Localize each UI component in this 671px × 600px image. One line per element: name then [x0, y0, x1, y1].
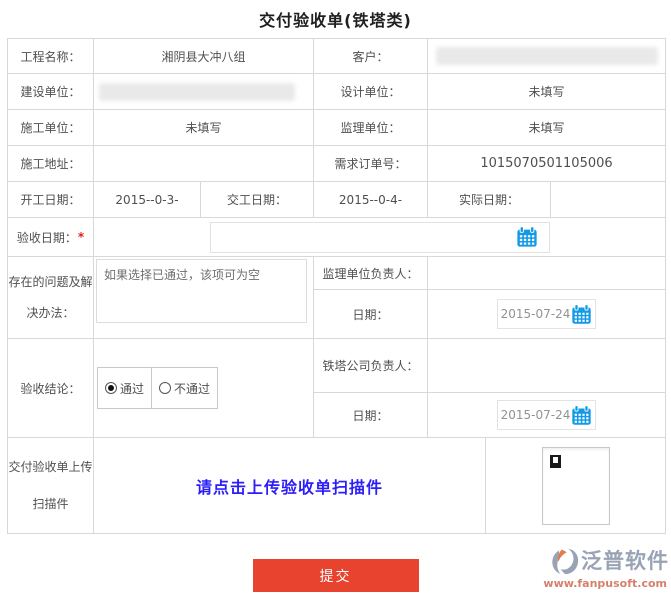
fanpu-logo-icon: [551, 547, 579, 575]
radio-option-fail[interactable]: 不通过: [152, 368, 217, 408]
acceptance-date-input-wrap: [210, 222, 550, 253]
completion-date-label: 交工日期：: [201, 182, 314, 218]
broken-image-icon: [550, 455, 561, 468]
radio-icon[interactable]: [105, 382, 117, 394]
tower-head-value: [428, 339, 666, 393]
tower-date-label: 日期：: [314, 393, 428, 438]
problems-textarea[interactable]: [96, 259, 307, 323]
supervisor-group: 监理单位负责人： 日期： 2015-07-24: [314, 257, 666, 339]
page-title: 交付验收单(铁塔类): [0, 0, 671, 31]
actual-date-value: [551, 182, 666, 218]
brand-url: www.fanpusoft.com: [543, 578, 669, 589]
redacted-construction-unit-value: [99, 83, 295, 101]
upload-link-cell: 请点击上传验收单扫描件: [94, 438, 486, 534]
construction-unit-value: [94, 74, 314, 110]
problems-cell: [94, 257, 314, 339]
tower-head-label: 铁塔公司负责人：: [314, 339, 428, 393]
construction-unit-label: 建设单位：: [8, 74, 94, 110]
completion-date-value: 2015--0-4-: [314, 182, 428, 218]
supervisor-name-row: 监理单位负责人：: [314, 257, 666, 290]
brand-name: 泛普软件: [581, 551, 669, 572]
tower-head-row: 铁塔公司负责人：: [314, 339, 666, 393]
redacted-customer-value: [436, 47, 658, 65]
supervision-unit-label: 监理单位：: [314, 110, 428, 146]
conclusion-radio-group: 通过 不通过: [97, 367, 218, 409]
supervisor-date-row: 日期： 2015-07-24: [314, 290, 666, 339]
project-name-label: 工程名称：: [8, 39, 94, 74]
supervision-unit-value: 未填写: [428, 110, 666, 146]
order-no-label: 需求订单号：: [314, 146, 428, 182]
acceptance-form-table: 工程名称： 湘阴县大冲八组 客户： 建设单位： 设计单位： 未填写 施工单位： …: [7, 38, 666, 534]
supervisor-label: 监理单位负责人：: [314, 257, 428, 290]
tower-date-cell: 2015-07-24: [428, 393, 666, 438]
acceptance-date-cell: [94, 218, 666, 257]
customer-value: [428, 39, 666, 74]
tower-date-row: 日期： 2015-07-24: [314, 393, 666, 438]
customer-label: 客户：: [314, 39, 428, 74]
start-date-value: 2015--0-3-: [94, 182, 201, 218]
design-unit-label: 设计单位：: [314, 74, 428, 110]
calendar-icon[interactable]: [571, 405, 592, 426]
watermark-logo: 泛普软件 www.fanpusoft.com: [533, 547, 669, 589]
supervisor-value: [428, 257, 666, 290]
upload-label: 交付验收单上传 扫描件: [8, 438, 94, 534]
row-acceptance-date: 验收日期：*: [8, 218, 666, 257]
conclusion-label: 验收结论：: [8, 339, 94, 438]
calendar-icon[interactable]: [571, 304, 592, 325]
calendar-icon[interactable]: [516, 226, 538, 248]
design-unit-value: 未填写: [428, 74, 666, 110]
order-no-value: 1015070501105006: [428, 146, 666, 182]
start-date-label: 开工日期：: [8, 182, 94, 218]
scan-image-placeholder[interactable]: [542, 447, 610, 525]
row-builder-supervision: 施工单位： 未填写 监理单位： 未填写: [8, 110, 666, 146]
upload-preview-cell: [486, 438, 666, 534]
supervisor-date-picker[interactable]: 2015-07-24: [497, 299, 596, 329]
row-dates: 开工日期： 2015--0-3- 交工日期： 2015--0-4- 实际日期：: [8, 182, 666, 218]
tower-head-group: 铁塔公司负责人： 日期： 2015-07-24: [314, 339, 666, 438]
supervisor-date-label: 日期：: [314, 290, 428, 339]
row-upload: 交付验收单上传 扫描件 请点击上传验收单扫描件: [8, 438, 666, 534]
required-asterisk: *: [78, 230, 84, 244]
row-problems-supervisor: 存在的问题及解 决办法： 监理单位负责人： 日期： 2015-07-24: [8, 257, 666, 339]
tower-date-picker[interactable]: 2015-07-24: [497, 400, 596, 430]
problems-label: 存在的问题及解 决办法：: [8, 257, 94, 339]
project-name-value: 湘阴县大冲八组: [94, 39, 314, 74]
supervisor-date-cell: 2015-07-24: [428, 290, 666, 339]
row-conclusion-tower: 验收结论： 通过 不通过 铁塔公司负责人： 日期：: [8, 339, 666, 438]
address-value: [94, 146, 314, 182]
row-project-customer: 工程名称： 湘阴县大冲八组 客户：: [8, 39, 666, 74]
actual-date-label: 实际日期：: [428, 182, 551, 218]
builder-unit-value: 未填写: [94, 110, 314, 146]
acceptance-date-input[interactable]: [211, 222, 516, 253]
radio-icon[interactable]: [159, 382, 171, 394]
acceptance-date-label: 验收日期：*: [8, 218, 94, 257]
builder-unit-label: 施工单位：: [8, 110, 94, 146]
address-label: 施工地址：: [8, 146, 94, 182]
radio-option-pass[interactable]: 通过: [98, 368, 152, 408]
submit-button[interactable]: 提交: [253, 559, 419, 592]
row-construction-design: 建设单位： 设计单位： 未填写: [8, 74, 666, 110]
upload-scan-link[interactable]: 请点击上传验收单扫描件: [196, 474, 383, 498]
conclusion-cell: 通过 不通过: [94, 339, 314, 438]
row-address-order: 施工地址： 需求订单号： 1015070501105006: [8, 146, 666, 182]
